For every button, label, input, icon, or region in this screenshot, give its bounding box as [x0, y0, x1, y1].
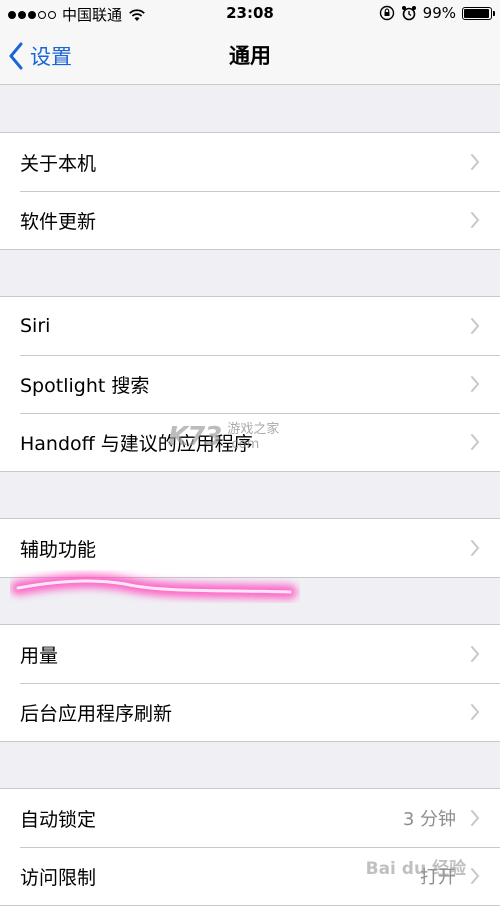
chevron-right-icon [471, 540, 480, 556]
chevron-right-icon [471, 646, 480, 662]
row-label: Spotlight 搜索 [20, 374, 150, 397]
watermark-line1: 游戏之家 [227, 422, 280, 437]
watermark-text: 游戏之家 .com [227, 422, 279, 452]
row-spotlight-search[interactable]: Spotlight 搜索 [0, 355, 500, 413]
row-value: 3 分钟 [402, 809, 456, 830]
battery-icon [462, 6, 495, 20]
row-about[interactable]: 关于本机 [0, 133, 500, 191]
page-title: 通用 [229, 44, 271, 68]
chevron-right-icon [471, 704, 480, 720]
settings-group-usage: 用量 后台应用程序刷新 [0, 624, 500, 742]
watermark: K73 游戏之家 .com [168, 422, 279, 452]
alarm-icon [401, 6, 416, 21]
row-label: Siri [20, 315, 51, 337]
chevron-right-icon [471, 868, 480, 884]
rotation-lock-icon [379, 5, 394, 21]
settings-group-lock: 自动锁定 3 分钟 访问限制 打开 [0, 788, 500, 906]
chevron-right-icon [471, 212, 480, 228]
watermark-line2: .com [227, 437, 260, 452]
row-label: 用量 [20, 644, 59, 667]
status-right: 99% [379, 4, 495, 22]
chevron-right-icon [471, 154, 480, 170]
baidu-watermark-text: Bai du 经验 [365, 859, 466, 879]
settings-group-about: 关于本机 软件更新 [0, 132, 500, 250]
watermark-logo: K73 [168, 422, 222, 452]
row-label: 关于本机 [20, 152, 97, 175]
row-label: 访问限制 [20, 866, 97, 889]
row-label: 自动锁定 [20, 808, 97, 831]
row-label: 软件更新 [20, 210, 97, 233]
chevron-right-icon [471, 376, 480, 392]
status-bar: 中国联通 23:08 99% [0, 0, 500, 28]
chevron-right-icon [471, 318, 480, 334]
row-siri[interactable]: Siri [0, 297, 500, 355]
battery-percent: 99% [422, 4, 456, 22]
chevron-right-icon [471, 810, 480, 826]
row-background-refresh[interactable]: 后台应用程序刷新 [0, 683, 500, 741]
highlight-stroke [11, 574, 297, 599]
chevron-right-icon [471, 434, 480, 450]
row-label: 后台应用程序刷新 [20, 702, 173, 725]
row-usage[interactable]: 用量 [0, 625, 500, 683]
row-software-update[interactable]: 软件更新 [0, 191, 500, 249]
baidu-watermark: Bai du 经验 [366, 854, 466, 879]
row-auto-lock[interactable]: 自动锁定 3 分钟 [0, 789, 500, 847]
row-label: 辅助功能 [20, 538, 97, 561]
navigation-bar: 设置 通用 [0, 28, 500, 85]
